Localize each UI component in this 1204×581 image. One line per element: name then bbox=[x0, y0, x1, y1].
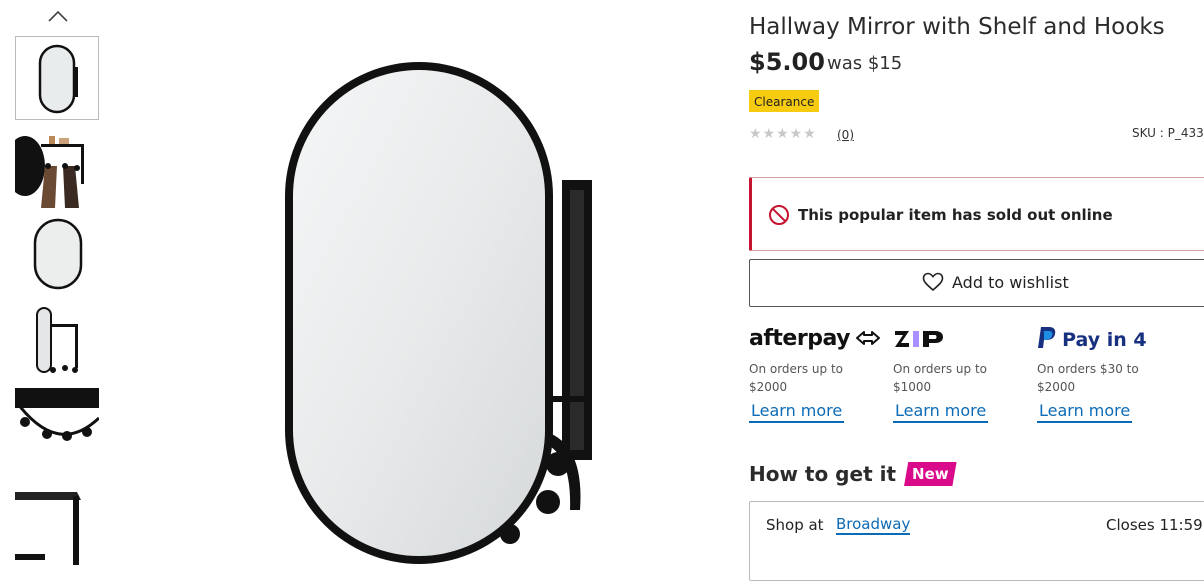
sold-out-message: This popular item has sold out online bbox=[798, 206, 1113, 224]
heart-icon bbox=[922, 272, 944, 292]
zip-learn-more-link[interactable]: Learn more bbox=[893, 401, 989, 423]
rating-stars: ★★★★★ bbox=[749, 126, 817, 142]
paypal-logo: Pay in 4 bbox=[1037, 326, 1177, 354]
afterpay-option: afterpay On orders up to $2000 Learn mor… bbox=[749, 326, 889, 423]
product-title: Hallway Mirror with Shelf and Hooks bbox=[749, 14, 1165, 40]
paypal-option: Pay in 4 On orders $30 to $2000 Learn mo… bbox=[1037, 326, 1177, 423]
afterpay-learn-more-link[interactable]: Learn more bbox=[749, 401, 845, 423]
afterpay-terms: On orders up to $2000 bbox=[749, 362, 844, 394]
paypal-icon bbox=[1038, 327, 1056, 348]
zip-option: On orders up to $1000 Learn more bbox=[893, 326, 1033, 423]
shop-at-label: Shop at bbox=[766, 516, 824, 534]
chevron-up-icon[interactable] bbox=[47, 8, 69, 24]
store-pickup-box: Shop at Broadway Closes 11:59PM bbox=[749, 501, 1204, 581]
review-count-link[interactable]: (0) bbox=[837, 128, 854, 142]
thumbnail-1[interactable] bbox=[15, 36, 99, 120]
store-closing-time: Closes 11:59PM bbox=[1106, 516, 1204, 534]
paypal-terms: On orders $30 to $2000 bbox=[1037, 362, 1139, 394]
thumbnail-4[interactable] bbox=[15, 304, 99, 388]
how-to-get-it-heading: How to get it New bbox=[749, 462, 957, 486]
product-image bbox=[285, 62, 592, 564]
afterpay-arrows-icon bbox=[856, 331, 881, 345]
new-badge: New bbox=[904, 462, 957, 486]
zip-terms: On orders up to $1000 bbox=[893, 362, 988, 394]
zip-logo bbox=[893, 326, 1033, 354]
sold-out-alert: This popular item has sold out online bbox=[749, 177, 1204, 251]
afterpay-logo: afterpay bbox=[749, 326, 889, 354]
thumbnail-5[interactable] bbox=[15, 388, 99, 472]
thumbnail-2[interactable] bbox=[15, 136, 99, 220]
current-price: $5.00 bbox=[749, 48, 825, 76]
how-to-get-it-label: How to get it bbox=[749, 462, 897, 486]
was-price: was $15 bbox=[827, 53, 903, 74]
clearance-badge: Clearance bbox=[749, 90, 820, 112]
thumbnail-gallery bbox=[0, 0, 110, 565]
product-info: Hallway Mirror with Shelf and Hooks $5.0… bbox=[749, 0, 1204, 581]
wishlist-label: Add to wishlist bbox=[952, 272, 1069, 292]
thumbnail-6[interactable] bbox=[15, 488, 99, 565]
store-link[interactable]: Broadway bbox=[836, 515, 911, 535]
prohibited-icon bbox=[769, 205, 789, 225]
sku-label: SKU : P_4335 bbox=[1132, 126, 1204, 140]
thumbnail-3[interactable] bbox=[15, 214, 99, 298]
add-to-wishlist-button[interactable]: Add to wishlist bbox=[749, 259, 1204, 307]
paypal-learn-more-link[interactable]: Learn more bbox=[1037, 401, 1133, 423]
